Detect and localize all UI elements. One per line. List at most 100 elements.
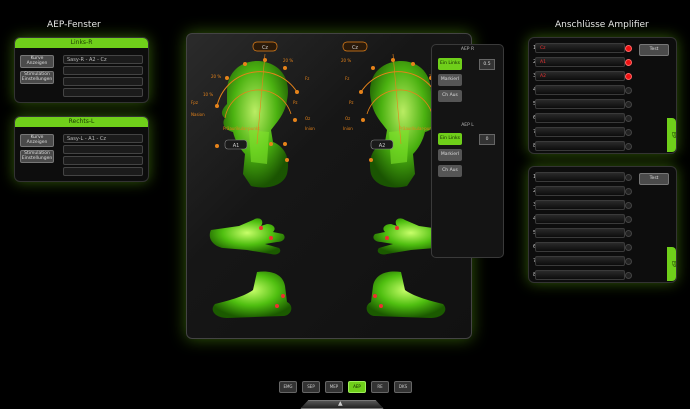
aep-r-mark-button[interactable]: Markierl (438, 74, 462, 86)
left-montage-field-2[interactable] (63, 66, 143, 75)
left-pct-20-a: 20 % (211, 74, 221, 79)
amp1-channel-field[interactable]: A1 (535, 57, 625, 67)
left-pct-10: 10 % (203, 92, 213, 97)
left-pz: Pz (293, 100, 298, 105)
tab-mep[interactable]: MEP (325, 381, 343, 393)
aep-r-on-button[interactable]: Ein Links (438, 58, 462, 70)
right-montage-field-4[interactable] (63, 167, 143, 176)
amp2-channel-led (625, 202, 632, 209)
right-montage-field-1[interactable]: Sasy-L - A1 - Cz (63, 134, 143, 143)
amp2-channel-led (625, 216, 632, 223)
left-hand-figure (209, 218, 285, 255)
tab-emg[interactable]: EMG (279, 381, 297, 393)
amp1-channel-led (625, 87, 632, 94)
amp2-test-button[interactable]: Test (639, 173, 669, 185)
left-foot-figure (212, 271, 292, 318)
amp1-channel-led (625, 143, 632, 150)
amplifier-group-1: Test EP 1 Cz 2 A1 3 A2 4 5 6 7 8 (528, 37, 677, 154)
left-stim-settings-button[interactable]: Stimulation Einstellungen (20, 71, 54, 84)
tab-sep[interactable]: SEP (302, 381, 320, 393)
body-illustration: Cz Cz A1 A2 20 % 20 % 10 % Fz Fpz Nasion… (191, 41, 460, 318)
left-cz-label: Cz (262, 45, 268, 51)
left-nasion: Nasion (191, 112, 205, 117)
left-show-curve-button[interactable]: Kurve Anzeigen (20, 55, 54, 68)
right-stim-settings-button[interactable]: Stimulation Einstellungen (20, 150, 54, 163)
aep-control-panel: AEP R Ein Links 0.5 Markierl Ch Aus AEP … (431, 44, 504, 258)
right-oz: Oz (345, 116, 350, 121)
tab-aep[interactable]: AEP (348, 381, 366, 393)
amp2-channel-field[interactable] (535, 228, 625, 238)
right-aep-panel-header: Rechts-L (15, 117, 148, 127)
left-aep-panel: Links-R Kurve Anzeigen Stimulation Einst… (14, 37, 149, 103)
left-head-figure (221, 61, 289, 188)
amp2-channel-field[interactable] (535, 172, 625, 182)
amp1-channel-led (625, 129, 632, 136)
amp1-channel-led (625, 115, 632, 122)
left-aep-panel-header: Links-R (15, 38, 148, 48)
right-foot-figure (366, 271, 446, 318)
aep-l-on-button[interactable]: Ein Links (438, 133, 462, 145)
right-inion: Inion (343, 126, 353, 131)
aep-r-channel-off-button[interactable]: Ch Aus (438, 90, 462, 102)
amp2-channel-led (625, 188, 632, 195)
aep-l-value[interactable]: 0 (479, 134, 495, 145)
right-montage-field-3[interactable] (63, 156, 143, 165)
amp2-channel-field[interactable] (535, 256, 625, 266)
amp1-channel-led (625, 45, 632, 52)
right-pz: Pz (349, 100, 354, 105)
amplifier-group-2: Test EP 1 2 3 4 5 6 7 8 (528, 166, 677, 283)
amp1-channel-led (625, 73, 632, 80)
amp1-channel-field[interactable]: Cz (535, 43, 625, 53)
left-fz: Fz (305, 76, 309, 81)
amp2-channel-field[interactable] (535, 186, 625, 196)
amp1-channel-led (625, 101, 632, 108)
amp1-side-tab: EP (667, 118, 676, 152)
aep-l-title: AEP L (461, 123, 474, 128)
body-electrode-view: Cz Cz A1 A2 20 % 20 % 10 % Fz Fpz Nasion… (186, 33, 472, 339)
amp2-channel-field[interactable] (535, 242, 625, 252)
amp1-channel-led (625, 59, 632, 66)
aep-window-title: AEP-Fenster (47, 20, 101, 30)
aep-l-mark-button[interactable]: Markierl (438, 149, 462, 161)
a1-label: A1 (233, 143, 240, 149)
amp1-channel-field[interactable] (535, 113, 625, 123)
right-cz-label: Cz (352, 45, 358, 51)
amp1-channel-field[interactable] (535, 141, 625, 151)
amp1-channel-field[interactable] (535, 127, 625, 137)
right-pct-20-b: 20 % (341, 58, 351, 63)
amp2-channel-field[interactable] (535, 200, 625, 210)
tab-dks[interactable]: DKS (394, 381, 412, 393)
amp2-channel-led (625, 230, 632, 237)
left-oz: Oz (305, 116, 310, 121)
left-inion: Inion (305, 126, 315, 131)
left-montage-field-1[interactable]: Sasy-R - A2 - Cz (63, 55, 143, 64)
amp1-channel-field[interactable]: A2 (535, 71, 625, 81)
aep-l-channel-off-button[interactable]: Ch Aus (438, 165, 462, 177)
amp2-channel-led (625, 174, 632, 181)
left-pct-20-b: 20 % (283, 58, 293, 63)
aep-r-title: AEP R (460, 47, 475, 52)
amp2-channel-field[interactable] (535, 270, 625, 280)
left-preauricular: Präaurikular-punkt (223, 126, 260, 131)
amp2-side-tab: EP (667, 247, 676, 281)
amp2-channel-field[interactable] (535, 214, 625, 224)
a2-label: A2 (379, 143, 386, 149)
amp1-channel-field[interactable] (535, 85, 625, 95)
amp2-channel-led (625, 272, 632, 279)
left-montage-field-3[interactable] (63, 77, 143, 86)
aep-r-value[interactable]: 0.5 (479, 59, 495, 70)
tab-re[interactable]: RE (371, 381, 389, 393)
right-montage-field-2[interactable] (63, 145, 143, 154)
amplifier-title: Anschlüsse Amplifier (555, 20, 649, 30)
amp2-channel-led (625, 244, 632, 251)
right-fz: Fz (345, 76, 349, 81)
right-aep-panel: Rechts-L Kurve Anzeigen Stimulation Eins… (14, 116, 149, 182)
amp1-test-button[interactable]: Test (639, 44, 669, 56)
left-fpz: Fpz (191, 100, 198, 105)
amp1-channel-field[interactable] (535, 99, 625, 109)
left-montage-field-4[interactable] (63, 88, 143, 97)
chevron-up-icon[interactable]: ▲ (338, 400, 343, 407)
amp2-channel-led (625, 258, 632, 265)
right-head-figure (369, 61, 437, 188)
right-show-curve-button[interactable]: Kurve Anzeigen (20, 134, 54, 147)
